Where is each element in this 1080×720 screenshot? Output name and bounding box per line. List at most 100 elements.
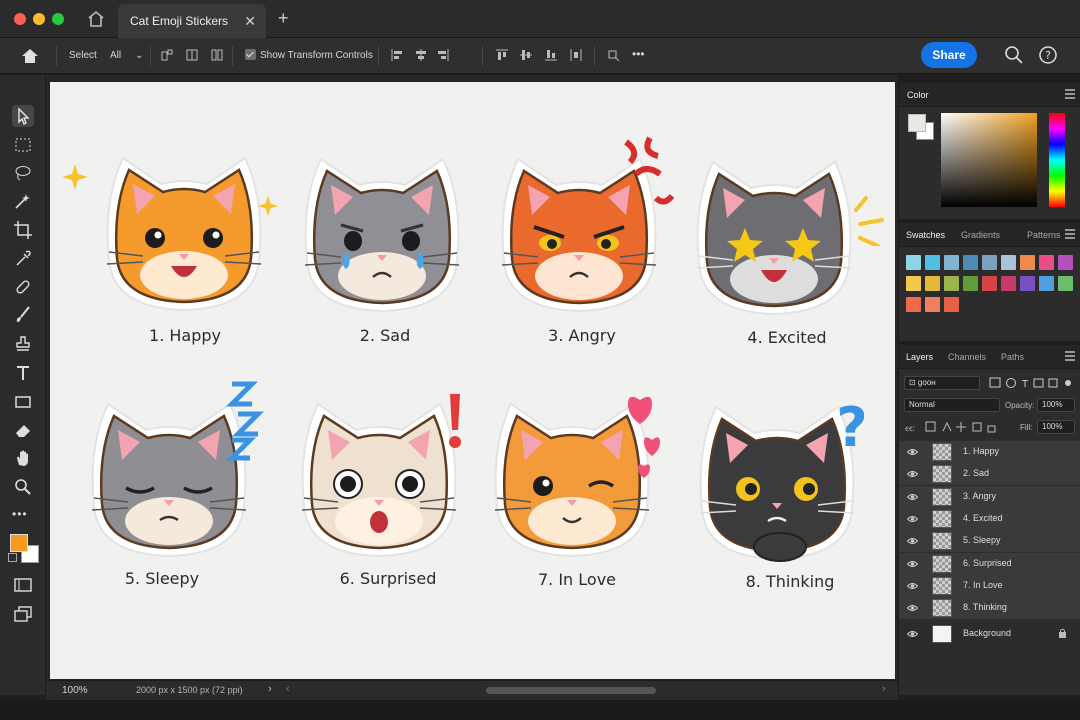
panel-menu-icon[interactable] <box>1065 351 1075 361</box>
layer-row[interactable]: 1. Happy <box>899 441 1080 463</box>
color-swatch[interactable] <box>1001 276 1016 291</box>
tab-patterns[interactable]: Patterns <box>1027 230 1061 240</box>
layer-group-icon[interactable] <box>185 48 199 62</box>
eye-visibility-icon[interactable] <box>906 469 919 478</box>
screen-mode-icon[interactable] <box>12 603 34 625</box>
lasso-tool-icon[interactable] <box>12 162 34 184</box>
color-swatch[interactable] <box>1020 276 1035 291</box>
color-swatch[interactable] <box>963 276 978 291</box>
color-swatch[interactable] <box>1039 255 1054 270</box>
hand-tool-icon[interactable] <box>12 447 34 469</box>
align-right-icon[interactable] <box>436 48 450 62</box>
layer-row[interactable]: 2. Sad <box>899 463 1080 486</box>
tab-swatches[interactable]: Swatches <box>906 230 945 240</box>
show-transform-label[interactable]: Show Transform Controls <box>260 50 373 61</box>
layer-row[interactable]: 4. Excited <box>899 507 1080 530</box>
minimize-window-button[interactable] <box>33 13 45 25</box>
new-tab-icon[interactable]: + <box>278 8 289 29</box>
color-swatch[interactable] <box>906 255 921 270</box>
crop-tool-icon[interactable] <box>12 219 34 241</box>
color-swatch[interactable] <box>944 255 959 270</box>
color-swatch[interactable] <box>1058 255 1073 270</box>
home-icon[interactable] <box>86 10 106 28</box>
eye-visibility-icon[interactable] <box>906 514 919 522</box>
select-dropdown[interactable]: All <box>110 50 121 61</box>
color-swatch[interactable] <box>963 255 978 270</box>
color-panel-foreground[interactable] <box>908 114 926 132</box>
cat-sticker-happy[interactable] <box>95 140 273 321</box>
scroll-left-icon[interactable]: ‹ <box>286 683 290 695</box>
share-button[interactable]: Share <box>921 42 977 68</box>
distribute-icon[interactable] <box>569 48 583 62</box>
eyedropper-tool-icon[interactable] <box>12 248 34 270</box>
show-transform-checkbox[interactable] <box>245 49 256 60</box>
close-window-button[interactable] <box>14 13 26 25</box>
color-swatch[interactable] <box>944 297 959 312</box>
panel-menu-icon[interactable] <box>1065 89 1075 99</box>
color-swatch[interactable] <box>1001 255 1016 270</box>
more-options-icon[interactable]: ••• <box>632 47 645 61</box>
eye-visibility-icon[interactable] <box>906 492 919 500</box>
align-bottom-icon[interactable] <box>544 48 558 62</box>
color-swatch[interactable] <box>1039 276 1054 291</box>
color-swatch[interactable] <box>906 276 921 291</box>
document-canvas[interactable]: 1. Happy 2. Sad 3. Angry 4. Excited 5. S… <box>50 82 895 679</box>
color-swatch[interactable] <box>1058 276 1073 291</box>
horizontal-scrollbar[interactable] <box>486 687 656 694</box>
eraser-tool-icon[interactable] <box>12 419 34 441</box>
tab-gradients[interactable]: Gradients <box>961 230 1000 240</box>
tab-document[interactable]: Cat Emoji Stickers ✕ <box>118 4 266 38</box>
more-tools-icon[interactable]: ••• <box>12 507 28 521</box>
align-center-icon[interactable] <box>414 48 428 62</box>
status-menu-arrow-icon[interactable]: › <box>268 683 272 695</box>
hue-slider[interactable] <box>1049 113 1065 207</box>
eye-visibility-icon[interactable] <box>906 603 919 612</box>
rectangle-tool-icon[interactable] <box>12 391 34 413</box>
color-swatch[interactable] <box>982 276 997 291</box>
zoom-window-button[interactable] <box>52 13 64 25</box>
layer-filter-dropdown[interactable]: ⊡ ɡᴏᴏʜ <box>904 376 980 390</box>
arrange-icon[interactable] <box>210 48 224 62</box>
quick-mask-icon[interactable] <box>12 574 34 596</box>
opacity-input[interactable]: 100% <box>1037 398 1075 412</box>
align-top-icon[interactable] <box>495 48 509 62</box>
blend-mode-dropdown[interactable]: Normal <box>904 398 1000 412</box>
layer-row[interactable]: 6. Surprised <box>899 552 1080 575</box>
auto-select-icon[interactable] <box>160 48 174 62</box>
scroll-right-icon[interactable]: › <box>882 683 886 695</box>
color-swatch[interactable] <box>925 255 940 270</box>
lock-options-icons[interactable] <box>925 421 997 433</box>
layer-row[interactable]: 7. In Love <box>899 574 1080 597</box>
foreground-color-swatch[interactable] <box>10 534 28 552</box>
home-icon[interactable] <box>20 47 40 65</box>
tab-color[interactable]: Color <box>907 90 929 100</box>
brush-tool-icon[interactable] <box>12 304 34 326</box>
layer-row-background[interactable]: Background <box>899 623 1080 645</box>
color-picker-field[interactable] <box>941 113 1037 207</box>
help-icon[interactable]: ? <box>1038 45 1058 65</box>
zoom-tool-icon[interactable] <box>12 476 34 498</box>
color-swatch[interactable] <box>1020 255 1035 270</box>
eye-visibility-icon[interactable] <box>906 447 919 455</box>
quick-selection-tool-icon[interactable] <box>12 190 34 212</box>
eye-visibility-icon[interactable] <box>906 559 919 567</box>
color-swatch[interactable] <box>906 297 921 312</box>
marquee-tool-icon[interactable] <box>12 134 34 156</box>
transform-icon[interactable] <box>606 48 620 62</box>
eye-visibility-icon[interactable] <box>906 581 919 589</box>
color-swatch[interactable] <box>944 276 959 291</box>
cat-sticker-surprised[interactable] <box>290 386 468 567</box>
fill-input[interactable]: 100% <box>1037 420 1075 434</box>
eye-visibility-icon[interactable] <box>906 629 919 638</box>
search-icon[interactable] <box>1004 45 1024 65</box>
tab-paths[interactable]: Paths <box>1001 352 1024 362</box>
color-swatch[interactable] <box>925 297 940 312</box>
layer-row[interactable]: 8. Thinking <box>899 597 1080 620</box>
layer-row[interactable]: 3. Angry <box>899 485 1080 508</box>
align-middle-icon[interactable] <box>519 48 533 62</box>
color-swatch[interactable] <box>925 276 940 291</box>
panel-menu-icon[interactable] <box>1065 229 1075 239</box>
close-tab-icon[interactable]: ✕ <box>244 13 256 30</box>
move-tool-icon[interactable] <box>12 105 34 127</box>
chevron-down-icon[interactable]: ⌄ <box>135 50 143 61</box>
